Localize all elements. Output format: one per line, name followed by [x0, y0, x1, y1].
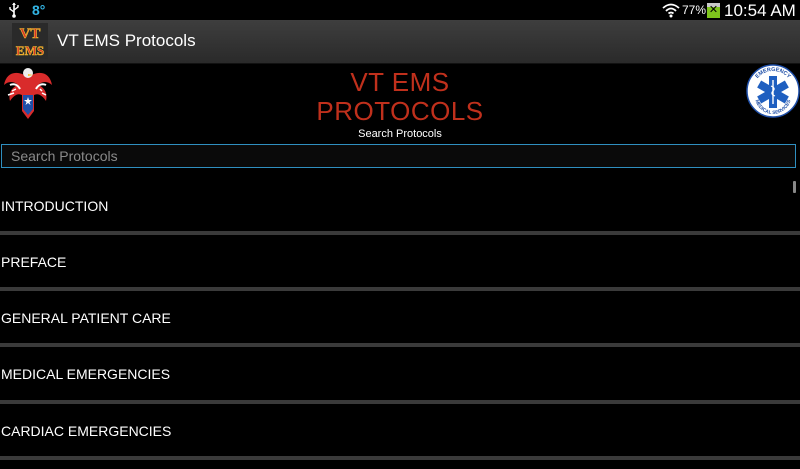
- list-item-label: PREFACE: [1, 254, 67, 270]
- clock: 10:54 AM: [724, 1, 796, 20]
- list-item-label: GENERAL PATIENT CARE: [1, 310, 171, 326]
- list-item-introduction[interactable]: INTRODUCTION: [0, 177, 800, 233]
- list-item-label: MEDICAL EMERGENCIES: [1, 366, 171, 382]
- search-field[interactable]: [1, 144, 796, 168]
- action-bar: VT EMS VT EMS Protocols: [0, 20, 800, 64]
- search-input[interactable]: [2, 145, 795, 167]
- app-title: VT EMS Protocols: [57, 31, 196, 50]
- header-title-line2: PROTOCOLS: [316, 96, 484, 126]
- svg-text:EMS: EMS: [16, 43, 44, 58]
- svg-text:VT: VT: [20, 26, 41, 42]
- list-item-general-patient-care[interactable]: GENERAL PATIENT CARE: [0, 291, 800, 347]
- search-label: Search Protocols: [358, 128, 442, 140]
- eagle-flag-icon: [4, 68, 52, 119]
- protocol-list: INTRODUCTION PREFACE GENERAL PATIENT CAR…: [0, 177, 800, 469]
- battery-icon: ✕: [707, 3, 720, 18]
- battery-percent: 77%: [682, 3, 707, 17]
- usb-icon: [9, 2, 19, 18]
- list-divider: [0, 456, 800, 460]
- wifi-icon: [662, 3, 680, 18]
- temperature-indicator: 8°: [32, 2, 46, 18]
- app-logo-icon[interactable]: VT EMS: [12, 23, 48, 59]
- status-bar: 8° 77% ✕ 10:54 AM: [0, 0, 800, 20]
- list-item-label: INTRODUCTION: [1, 198, 109, 214]
- list-item-preface[interactable]: PREFACE: [0, 235, 800, 291]
- star-of-life-icon: EMERGENCY MEDICAL SERVICES: [746, 64, 800, 118]
- header-title-line1: VT EMS: [350, 67, 450, 97]
- list-item-medical-emergencies[interactable]: MEDICAL EMERGENCIES: [0, 347, 800, 403]
- protocols-header: VT EMS PROTOCOLS Search Protocols EMERGE…: [0, 63, 800, 143]
- list-item-cardiac-emergencies[interactable]: CARDIAC EMERGENCIES: [0, 404, 800, 460]
- list-item-label: CARDIAC EMERGENCIES: [1, 423, 172, 439]
